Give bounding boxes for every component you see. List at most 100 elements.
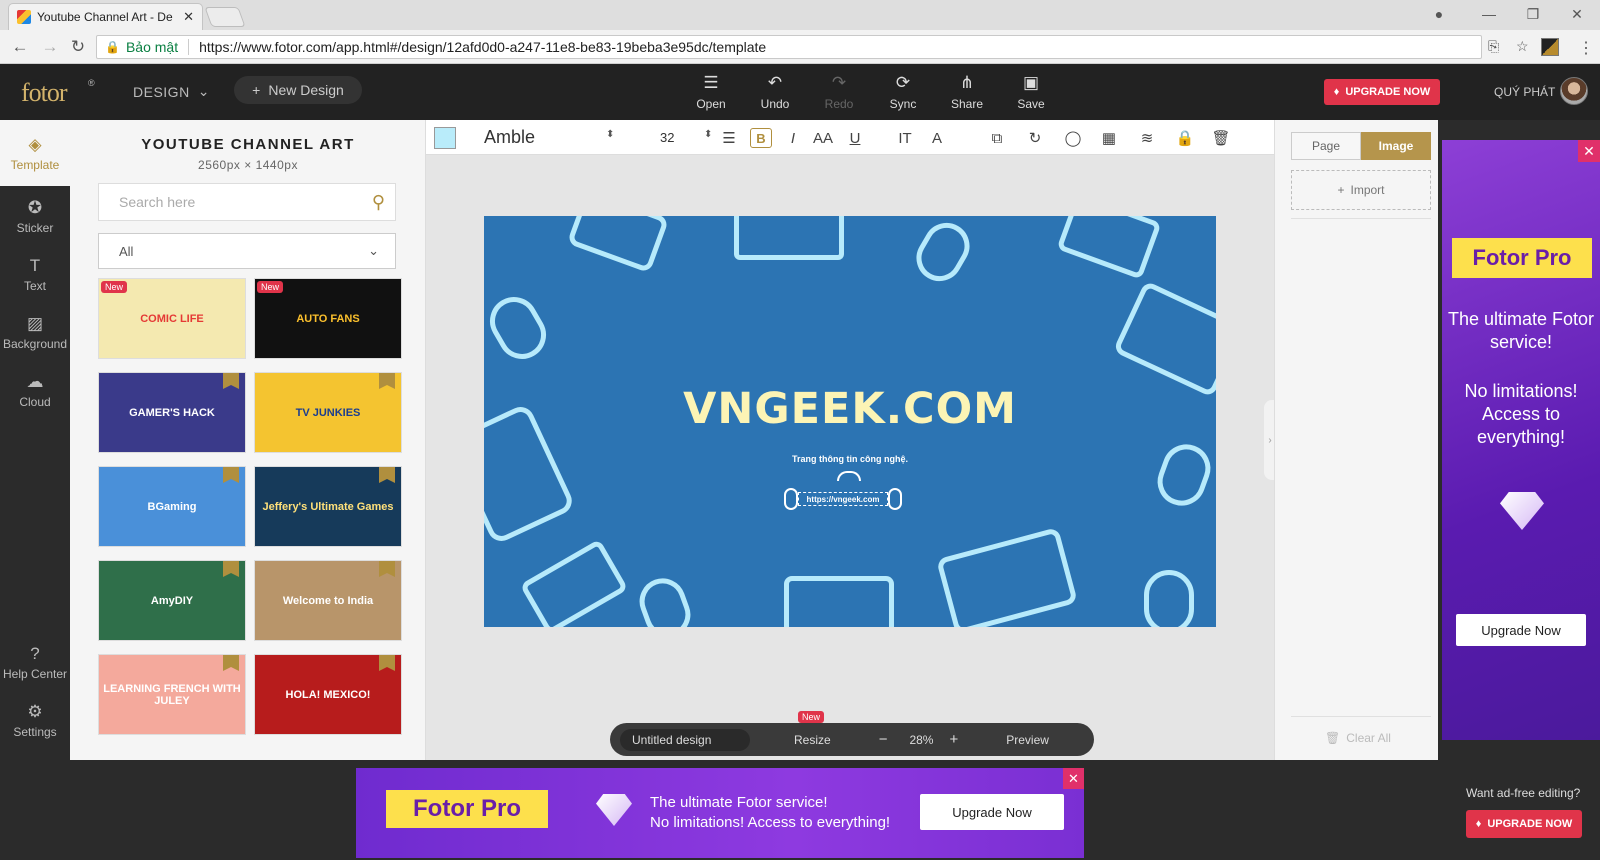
font-size-select[interactable]: 32 — [660, 130, 674, 145]
template-thumbnail[interactable]: COMIC LIFE New — [98, 278, 246, 359]
canvas-subtitle-text[interactable]: Trang thông tin công nghệ. — [484, 454, 1216, 464]
resize-handle-right[interactable] — [888, 488, 902, 510]
design-name[interactable]: Untitled design — [620, 728, 750, 751]
open-button[interactable]: ☰ Open — [686, 73, 736, 111]
avatar[interactable] — [1560, 77, 1588, 105]
translate-icon[interactable]: ⎘ — [1488, 38, 1499, 55]
rotate-handle[interactable] — [837, 471, 861, 481]
share-button[interactable]: ⋔ Share — [942, 73, 992, 111]
ad-banner-right[interactable]: ✕ Fotor Pro The ultimate Fotor service! … — [1442, 140, 1600, 740]
rail-item-text[interactable]: T Text — [0, 256, 70, 293]
username[interactable]: QUÝ PHÁT — [1494, 85, 1555, 99]
text-effect-icon[interactable]: A — [926, 128, 948, 148]
search-input[interactable] — [119, 194, 372, 210]
new-design-label: New Design — [268, 82, 344, 98]
preview-button[interactable]: Preview — [1006, 733, 1049, 747]
close-window-icon[interactable]: ✕ — [1562, 3, 1592, 25]
fotor-logo[interactable]: fotor — [21, 78, 68, 108]
template-thumbnail[interactable]: AmyDIY — [98, 560, 246, 641]
design-menu[interactable]: DESIGN ⌄ — [133, 83, 210, 100]
back-icon[interactable]: ← — [8, 36, 32, 58]
font-size-arrows-icon[interactable]: ⬍ — [704, 129, 712, 140]
ad-line-2: No limitations! Access to everything! — [1464, 381, 1578, 447]
browser-menu-icon[interactable]: ⋮ — [1578, 38, 1594, 58]
resize-button[interactable]: New Resize — [794, 710, 831, 747]
tablet-decoration — [519, 538, 629, 627]
zoom-in-button[interactable]: + — [949, 731, 958, 748]
ad-banner-bottom[interactable]: ✕ Fotor Pro The ultimate Fotor service! … — [356, 768, 1084, 858]
upgrade-label: UPGRADE NOW — [1487, 818, 1573, 830]
browser-tab[interactable]: Youtube Channel Art - De ✕ — [8, 3, 203, 30]
import-label: Import — [1350, 183, 1385, 197]
rail-item-background[interactable]: ▨ Background — [0, 314, 70, 351]
shape-icon[interactable]: ◯ — [1062, 128, 1084, 148]
template-thumbnail[interactable]: Welcome to India — [254, 560, 402, 641]
new-tab-button[interactable] — [204, 7, 246, 27]
layers-icon[interactable]: ≋ — [1136, 128, 1158, 148]
clear-all-button[interactable]: 🗑 Clear All — [1325, 731, 1391, 745]
ad-brand: Fotor Pro — [386, 790, 548, 828]
template-thumbnail[interactable]: AUTO FANS New — [254, 278, 402, 359]
ad-upgrade-button[interactable]: Upgrade Now — [1456, 614, 1586, 646]
reload-icon[interactable]: ↻ — [66, 36, 90, 58]
category-filter-select[interactable]: All ⌄ — [98, 233, 396, 269]
rail-label: Help Center — [2, 667, 68, 681]
template-thumbnail[interactable]: HOLA! MEXICO! — [254, 654, 402, 735]
minimize-icon[interactable]: — — [1474, 3, 1504, 25]
canvas-title-text[interactable]: VNGEEK.COM — [484, 384, 1216, 434]
close-ad-icon[interactable]: ✕ — [1578, 140, 1600, 162]
template-thumbnail[interactable]: BGaming — [98, 466, 246, 547]
selected-text-box[interactable]: https://vngeek.com — [798, 492, 888, 506]
font-family-select[interactable]: Amble — [484, 127, 535, 148]
profile-icon[interactable]: ● — [1424, 3, 1454, 25]
rotate-icon[interactable]: ↻ — [1024, 128, 1046, 148]
bookmark-star-icon[interactable]: ☆ — [1516, 38, 1529, 55]
redo-button[interactable]: ↷ Redo — [814, 73, 864, 111]
forward-icon[interactable]: → — [38, 36, 62, 58]
template-thumbnail[interactable]: GAMER'S HACK — [98, 372, 246, 453]
rail-item-help-center[interactable]: ? Help Center — [0, 644, 70, 681]
rail-item-sticker[interactable]: ✪ Sticker — [0, 198, 70, 235]
align-icon[interactable]: ☰ — [718, 128, 740, 148]
search-icon[interactable]: ⚲ — [372, 192, 385, 213]
mouse-decoration — [908, 216, 978, 290]
template-thumbnail[interactable]: TV JUNKIES — [254, 372, 402, 453]
gear-icon: ⚙ — [27, 702, 43, 721]
tab-page[interactable]: Page — [1291, 132, 1361, 160]
close-ad-icon[interactable]: ✕ — [1063, 768, 1084, 789]
zoom-out-button[interactable]: − — [879, 731, 888, 748]
rail-item-cloud[interactable]: ☁ Cloud — [0, 372, 70, 409]
ad-upgrade-button[interactable]: Upgrade Now — [920, 794, 1064, 830]
undo-button[interactable]: ↶ Undo — [750, 73, 800, 111]
template-thumbnail[interactable]: LEARNING FRENCH WITH JULEY — [98, 654, 246, 735]
rail-item-template[interactable]: ◈ Template — [0, 120, 70, 186]
duplicate-icon[interactable]: ⧉ — [986, 128, 1008, 148]
browser-tab-bar: Youtube Channel Art - De ✕ ● — ❐ ✕ — [0, 0, 1600, 30]
underline-button[interactable]: U — [844, 128, 866, 148]
italic-button[interactable]: I — [782, 128, 804, 148]
font-family-arrows-icon[interactable]: ⬍ — [606, 129, 614, 140]
text-color-swatch[interactable] — [434, 127, 456, 149]
template-thumbnail[interactable]: Jeffery's Ultimate Games — [254, 466, 402, 547]
ad-brand: Fotor Pro — [1452, 238, 1592, 278]
bold-button[interactable]: B — [750, 128, 772, 148]
save-button[interactable]: ▣ Save — [1006, 73, 1056, 111]
transparency-icon[interactable]: ▦ — [1098, 128, 1120, 148]
extension-icon[interactable] — [1541, 38, 1559, 56]
rail-item-settings[interactable]: ⚙ Settings — [0, 702, 70, 739]
new-design-button[interactable]: + New Design — [234, 76, 362, 104]
design-canvas[interactable]: VNGEEK.COM Trang thông tin công nghệ. ht… — [484, 216, 1216, 627]
tab-image[interactable]: Image — [1361, 132, 1431, 160]
upgrade-now-button[interactable]: ♦ UPGRADE NOW — [1466, 810, 1582, 838]
lock-icon[interactable]: 🔒 — [1174, 128, 1196, 148]
restore-icon[interactable]: ❐ — [1518, 3, 1548, 25]
resize-handle-left[interactable] — [784, 488, 798, 510]
import-button[interactable]: + Import — [1291, 170, 1431, 210]
url-input[interactable]: 🔒 Bảo mật https://www.fotor.com/app.html… — [96, 35, 1482, 59]
font-case-button[interactable]: AA — [812, 128, 834, 148]
close-tab-icon[interactable]: ✕ — [183, 9, 194, 25]
sync-button[interactable]: ⟳ Sync — [878, 73, 928, 111]
line-height-icon[interactable]: IT — [894, 128, 916, 148]
delete-icon[interactable]: 🗑 — [1210, 128, 1232, 148]
upgrade-now-button[interactable]: ♦ UPGRADE NOW — [1324, 79, 1440, 105]
